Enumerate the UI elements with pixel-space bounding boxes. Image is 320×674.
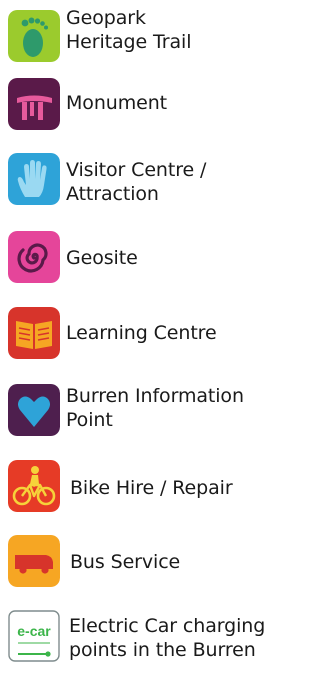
ecar-icon-text: e-car	[17, 623, 51, 639]
legend-label: Geopark Heritage Trail	[66, 7, 192, 54]
dolmen-icon	[8, 78, 60, 130]
legend-label: Monument	[66, 92, 167, 114]
ecar-charging-icon: e-car	[8, 610, 60, 662]
hand-icon	[8, 153, 60, 205]
bus-icon	[8, 535, 60, 587]
heart-icon	[8, 384, 60, 436]
legend-label: Bus Service	[70, 551, 181, 573]
spiral-icon	[8, 231, 60, 283]
book-icon	[8, 307, 60, 359]
legend-label: Learning Centre	[66, 322, 217, 344]
legend-label: Visitor Centre / Attraction	[66, 159, 207, 206]
map-legend: Geopark Heritage Trail Monument Visitor …	[0, 0, 277, 674]
legend-label: Bike Hire / Repair	[70, 477, 233, 499]
legend-label: Burren Information Point	[66, 385, 244, 432]
cyclist-icon	[8, 460, 60, 512]
legend-label: Geosite	[66, 247, 138, 269]
legend-label: Electric Car charging points in the Burr…	[69, 615, 266, 662]
footprint-icon	[8, 10, 60, 62]
